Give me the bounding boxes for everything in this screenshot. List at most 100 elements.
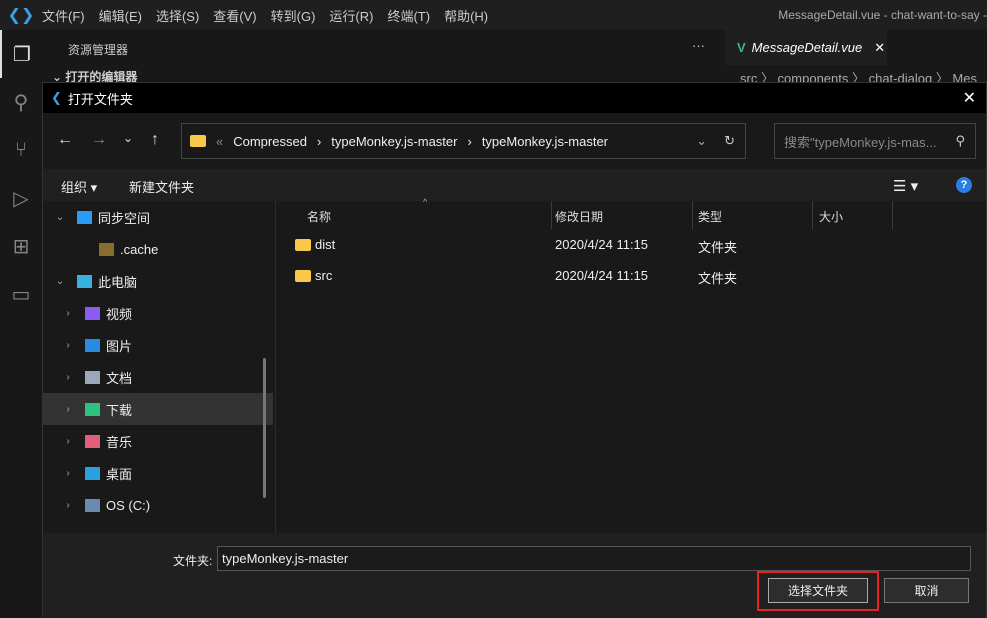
- tab-message-detail[interactable]: V MessageDetail.vue ✕: [725, 30, 887, 65]
- file-date: 2020/4/24 11:15: [555, 237, 649, 252]
- expand-chevron-icon[interactable]: ⌄: [53, 212, 67, 223]
- address-dropdown-icon[interactable]: ⌄: [696, 133, 707, 149]
- folder-label: 文件夹:: [173, 554, 213, 568]
- expand-chevron-icon[interactable]: ›: [61, 436, 75, 447]
- explorer-icon[interactable]: ❐: [0, 30, 42, 78]
- tree-item-label: OS (C:): [106, 497, 151, 513]
- tree-item-label: .cache: [120, 241, 159, 257]
- vscode-logo-icon: ❮❯: [7, 7, 35, 24]
- sort-ascending-icon: ^: [423, 197, 428, 207]
- file-type: 文件夹: [698, 240, 738, 255]
- view-options-icon[interactable]: ☰ ▾: [893, 177, 918, 195]
- pane-divider[interactable]: [275, 201, 276, 533]
- tab-label: MessageDetail.vue: [751, 40, 863, 55]
- location-icon: [99, 242, 114, 256]
- menu-item[interactable]: 帮助(H): [444, 9, 488, 24]
- run-debug-icon[interactable]: ▷: [0, 174, 42, 222]
- tree-item[interactable]: › 视频: [43, 297, 273, 329]
- recent-locations-button[interactable]: ⌄: [123, 131, 133, 145]
- up-button[interactable]: ↑: [151, 131, 159, 149]
- column-name[interactable]: 名称: [307, 208, 331, 225]
- location-icon: [85, 434, 100, 448]
- location-icon: [85, 498, 100, 512]
- dialog-toolbar: 组织 ▾ 新建文件夹 ☰ ▾ ?: [43, 169, 986, 201]
- tree-item[interactable]: › 图片: [43, 329, 273, 361]
- expand-chevron-icon[interactable]: ›: [61, 500, 75, 511]
- search-input[interactable]: 搜索"typeMonkey.js-mas... ⚲: [774, 123, 976, 159]
- tree-item-label: 同步空间: [98, 210, 151, 226]
- vscode-logo-icon: ❮: [51, 90, 62, 105]
- more-actions-button[interactable]: ···: [692, 38, 705, 53]
- search-icon: ⚲: [955, 133, 965, 148]
- tree-item[interactable]: › OS (C:): [43, 489, 273, 521]
- file-date: 2020/4/24 11:15: [555, 268, 649, 283]
- expand-chevron-icon[interactable]: ⌄: [53, 276, 67, 287]
- menu-item[interactable]: 编辑(E): [99, 9, 142, 24]
- new-folder-button[interactable]: 新建文件夹: [129, 177, 194, 196]
- address-segment[interactable]: typeMonkey.js-master: [331, 134, 457, 149]
- expand-chevron-icon[interactable]: ›: [61, 308, 75, 319]
- file-row[interactable]: dist 2020/4/24 11:15 文件夹: [277, 229, 987, 260]
- tree-item[interactable]: › 音乐: [43, 425, 273, 457]
- location-icon: [77, 210, 92, 224]
- tree-item[interactable]: ⌄ 同步空间: [43, 201, 273, 233]
- title-bar: ❮❯ 文件(F) 编辑(E) 选择(S) 查看(V) 转到(G) 运行(R) 终端(T) 帮助…: [0, 0, 987, 30]
- menu-item[interactable]: 转到(G): [271, 9, 316, 24]
- source-control-icon[interactable]: ⑂: [0, 126, 42, 174]
- location-icon: [85, 306, 100, 320]
- expand-chevron-icon[interactable]: ›: [61, 468, 75, 479]
- editor-tabs: V MessageDetail.vue ✕: [725, 30, 987, 65]
- menu-item[interactable]: 终端(T): [387, 9, 430, 24]
- tree-item-label: 视频: [106, 306, 133, 322]
- column-date[interactable]: 修改日期: [555, 208, 603, 225]
- tree-item[interactable]: ⌄ 此电脑: [43, 265, 273, 297]
- tree-item[interactable]: .cache: [43, 233, 273, 265]
- highlight-box: [757, 571, 879, 611]
- menu-item[interactable]: 运行(R): [329, 9, 373, 24]
- location-icon: [77, 274, 92, 288]
- close-dialog-button[interactable]: ✕: [963, 88, 976, 108]
- extensions-icon[interactable]: ⊞: [0, 222, 42, 270]
- close-tab-icon[interactable]: ✕: [874, 40, 885, 56]
- address-segment[interactable]: typeMonkey.js-master: [482, 134, 608, 149]
- refresh-icon[interactable]: ↻: [724, 133, 735, 149]
- column-type[interactable]: 类型: [698, 208, 722, 225]
- menu-item[interactable]: 选择(S): [156, 9, 199, 24]
- tree-item-label: 此电脑: [98, 274, 138, 290]
- help-icon[interactable]: ?: [956, 177, 972, 193]
- window-title: MessageDetail.vue - chat-want-to-say -: [778, 8, 987, 22]
- cancel-button[interactable]: 取消: [884, 578, 969, 603]
- file-name: src: [315, 268, 333, 283]
- forward-button[interactable]: →: [91, 131, 107, 149]
- vue-file-icon: V: [737, 40, 746, 55]
- column-headers: ^ 名称 修改日期 类型 大小: [277, 197, 987, 229]
- open-folder-dialog: ❮ 打开文件夹 ✕ ← → ⌄ ↑ « Compressed › typeMonk…: [42, 82, 987, 618]
- menu-item[interactable]: 查看(V): [213, 9, 256, 24]
- back-button[interactable]: ←: [57, 131, 73, 149]
- folder-name-input[interactable]: [217, 546, 971, 571]
- tree-item[interactable]: › 桌面: [43, 457, 273, 489]
- expand-chevron-icon[interactable]: ›: [61, 340, 75, 351]
- address-bar[interactable]: « Compressed › typeMonkey.js-master › type…: [181, 123, 746, 159]
- dialog-title-bar: ❮ 打开文件夹 ✕: [43, 83, 986, 113]
- menu-item[interactable]: 文件(F): [42, 9, 85, 24]
- navigation-tree: ⌄ 同步空间 .cache ⌄ 此电脑 › 视频 › 图片 › 文档 › 下载 › 音乐 › 桌面 › OS (C:…: [43, 201, 273, 533]
- file-type: 文件夹: [698, 271, 738, 286]
- remote-explorer-icon[interactable]: ▭: [0, 270, 42, 318]
- column-size[interactable]: 大小: [819, 208, 843, 225]
- expand-chevron-icon[interactable]: ›: [61, 404, 75, 415]
- address-segment[interactable]: Compressed: [233, 134, 307, 149]
- address-overflow[interactable]: «: [216, 134, 223, 149]
- folder-icon: [295, 239, 311, 251]
- tree-scrollbar[interactable]: [263, 358, 266, 498]
- location-icon: [85, 338, 100, 352]
- location-icon: [85, 370, 100, 384]
- file-row[interactable]: src 2020/4/24 11:15 文件夹: [277, 260, 987, 291]
- search-icon[interactable]: ⚲: [0, 78, 42, 126]
- organize-button[interactable]: 组织 ▾: [61, 177, 97, 196]
- expand-chevron-icon[interactable]: ›: [61, 372, 75, 383]
- search-placeholder: 搜索"typeMonkey.js-mas...: [784, 134, 937, 150]
- folder-icon: [295, 270, 311, 282]
- tree-item[interactable]: › 文档: [43, 361, 273, 393]
- tree-item[interactable]: › 下载: [43, 393, 273, 425]
